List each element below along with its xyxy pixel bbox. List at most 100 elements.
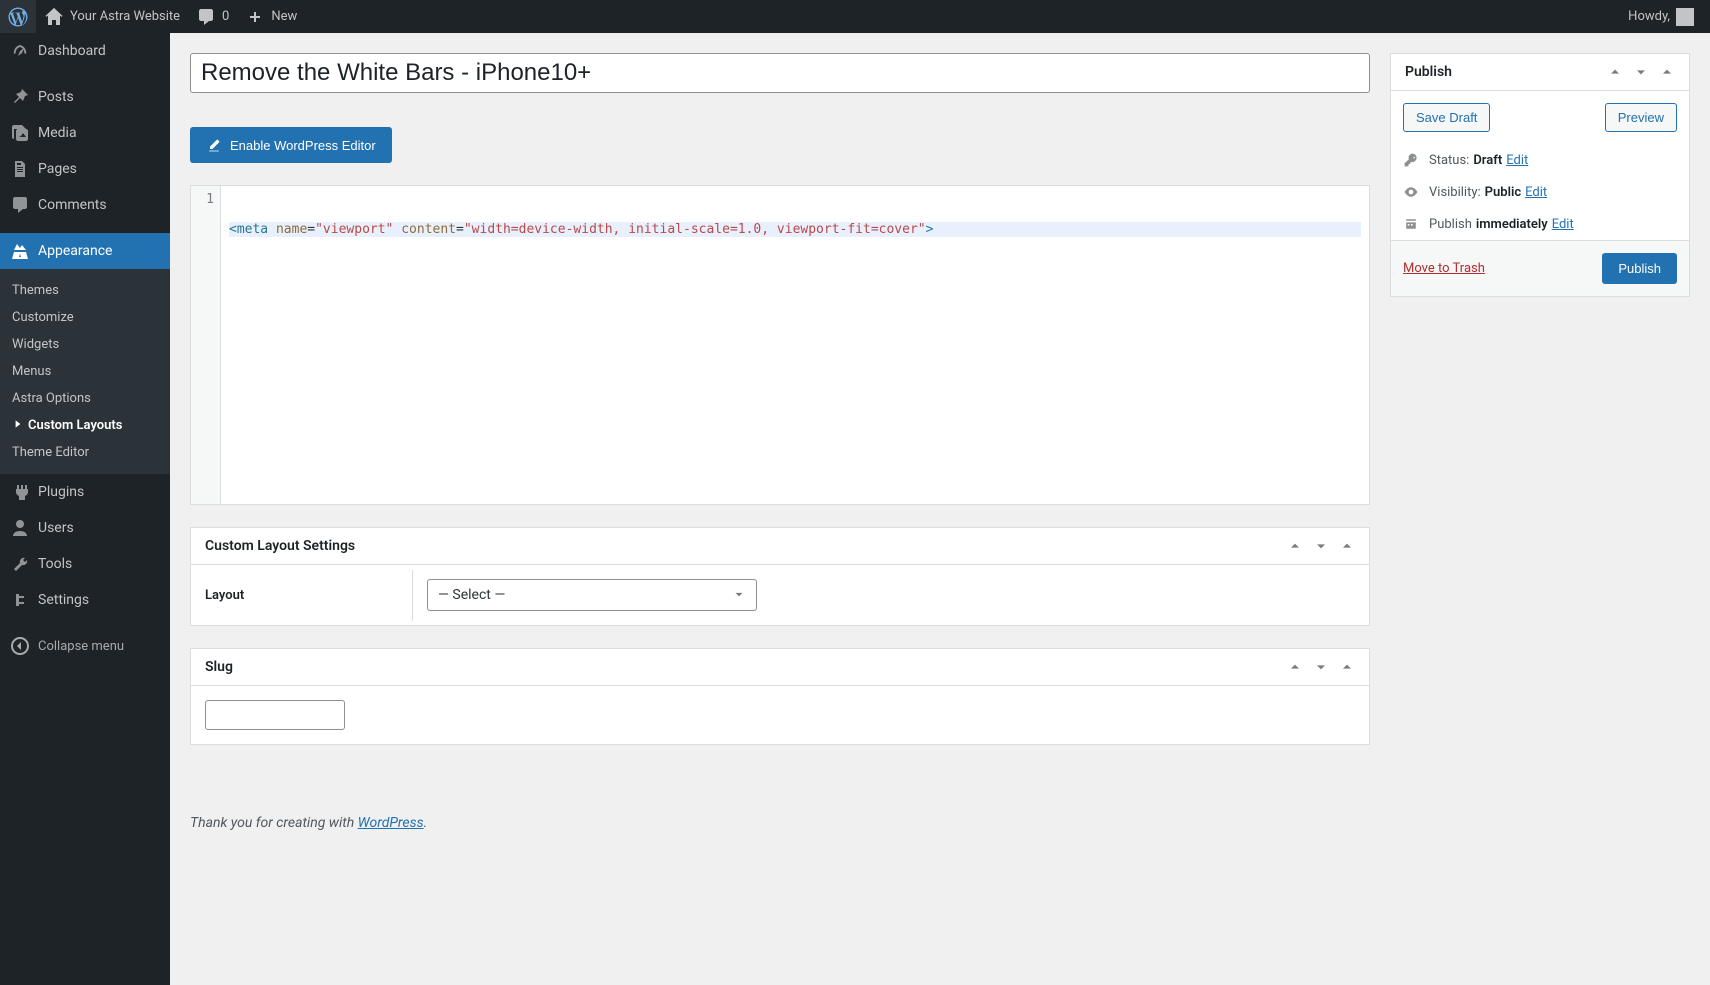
settings-icon <box>10 590 30 610</box>
admin-sidebar: Dashboard Posts Media Pages Comments App… <box>0 33 170 985</box>
sidebar-label: Appearance <box>38 243 112 259</box>
move-up-icon[interactable] <box>1607 64 1623 80</box>
toolbar-comments-count: 0 <box>222 9 229 24</box>
slug-input[interactable] <box>205 700 345 730</box>
toolbar-account[interactable]: Howdy, <box>1620 0 1702 33</box>
layout-select[interactable]: — Select — <box>427 579 757 611</box>
custom-layout-settings-box: Custom Layout Settings Layout — Select — <box>190 527 1370 626</box>
publish-label: Publish <box>1429 217 1472 232</box>
sub-item-theme-editor[interactable]: Theme Editor <box>0 439 170 466</box>
layout-selected-value: — Select — <box>438 587 505 603</box>
footer-wordpress-link[interactable]: WordPress <box>358 815 424 831</box>
box-heading: Custom Layout Settings <box>205 538 355 554</box>
footer-suffix: . <box>424 815 428 831</box>
code-content[interactable]: <meta name="viewport" content="width=dev… <box>221 186 1369 504</box>
admin-toolbar: Your Astra Website 0 New Howdy, <box>0 0 1710 33</box>
sidebar-item-tools[interactable]: Tools <box>0 546 170 582</box>
appearance-submenu: Themes Customize Widgets Menus Astra Opt… <box>0 269 170 474</box>
page-icon <box>10 159 30 179</box>
sub-item-customize[interactable]: Customize <box>0 304 170 331</box>
sub-item-widgets[interactable]: Widgets <box>0 331 170 358</box>
sidebar-item-dashboard[interactable]: Dashboard <box>0 33 170 69</box>
save-draft-button[interactable]: Save Draft <box>1403 103 1490 132</box>
edit-schedule-link[interactable]: Edit <box>1552 217 1574 232</box>
edit-visibility-link[interactable]: Edit <box>1525 185 1547 200</box>
toggle-icon[interactable] <box>1659 64 1675 80</box>
sidebar-item-posts[interactable]: Posts <box>0 79 170 115</box>
media-icon <box>10 123 30 143</box>
sidebar-label: Plugins <box>38 484 84 500</box>
post-title-input[interactable] <box>190 53 1370 93</box>
visibility-row: Visibility: Public Edit <box>1391 176 1689 208</box>
code-gutter: 1 <box>191 186 221 504</box>
box-heading: Slug <box>205 659 233 675</box>
avatar <box>1676 8 1694 26</box>
plugins-icon <box>10 482 30 502</box>
schedule-row: Publish immediately Edit <box>1391 208 1689 240</box>
plus-icon <box>245 7 265 27</box>
enable-wp-editor-button[interactable]: Enable WordPress Editor <box>190 127 392 163</box>
collapse-menu-button[interactable]: Collapse menu <box>0 628 170 664</box>
sub-item-astra-options[interactable]: Astra Options <box>0 385 170 412</box>
collapse-label: Collapse menu <box>38 639 124 654</box>
move-up-icon[interactable] <box>1287 659 1303 675</box>
collapse-icon <box>10 636 30 656</box>
move-down-icon[interactable] <box>1313 659 1329 675</box>
calendar-icon <box>1403 216 1419 232</box>
toggle-icon[interactable] <box>1339 659 1355 675</box>
sidebar-label: Comments <box>38 197 107 213</box>
comment-icon <box>196 7 216 27</box>
toggle-icon[interactable] <box>1339 538 1355 554</box>
sidebar-item-pages[interactable]: Pages <box>0 151 170 187</box>
toolbar-new-label: New <box>271 9 297 24</box>
toolbar-site-name: Your Astra Website <box>70 9 180 24</box>
sidebar-item-plugins[interactable]: Plugins <box>0 474 170 510</box>
code-editor[interactable]: 1 <meta name="viewport" content="width=d… <box>190 185 1370 505</box>
sidebar-label: Settings <box>38 592 89 608</box>
dashboard-icon <box>10 41 30 61</box>
sub-item-label: Custom Layouts <box>28 418 122 433</box>
preview-button[interactable]: Preview <box>1605 103 1677 132</box>
sidebar-item-settings[interactable]: Settings <box>0 582 170 618</box>
arrow-icon <box>12 418 24 430</box>
sub-item-themes[interactable]: Themes <box>0 277 170 304</box>
content-area: Enable WordPress Editor 1 <meta name="vi… <box>170 33 1710 985</box>
toolbar-comments[interactable]: 0 <box>188 0 237 33</box>
edit-status-link[interactable]: Edit <box>1506 153 1528 168</box>
home-icon <box>44 7 64 27</box>
users-icon <box>10 518 30 538</box>
sidebar-item-users[interactable]: Users <box>0 510 170 546</box>
layout-label: Layout <box>191 570 413 621</box>
tools-icon <box>10 554 30 574</box>
status-value: Draft <box>1473 153 1502 168</box>
sidebar-label: Users <box>38 520 74 536</box>
layout-row: Layout — Select — <box>191 565 1369 625</box>
status-row: Status: Draft Edit <box>1391 144 1689 176</box>
move-up-icon[interactable] <box>1287 538 1303 554</box>
move-down-icon[interactable] <box>1633 64 1649 80</box>
sidebar-item-appearance[interactable]: Appearance <box>0 233 170 269</box>
footer-prefix: Thank you for creating with <box>190 815 358 831</box>
move-down-icon[interactable] <box>1313 538 1329 554</box>
sub-item-custom-layouts[interactable]: Custom Layouts <box>0 412 170 439</box>
toolbar-new[interactable]: New <box>237 0 305 33</box>
footer-credit: Thank you for creating with WordPress. <box>190 815 1370 851</box>
publish-box: Publish Save Draft Preview Status: Draft… <box>1390 53 1690 297</box>
sidebar-label: Media <box>38 125 77 141</box>
comments-icon <box>10 195 30 215</box>
sub-item-menus[interactable]: Menus <box>0 358 170 385</box>
sidebar-item-media[interactable]: Media <box>0 115 170 151</box>
status-label: Status: <box>1429 153 1469 168</box>
toolbar-site-link[interactable]: Your Astra Website <box>36 0 188 33</box>
sidebar-item-comments[interactable]: Comments <box>0 187 170 223</box>
publish-button[interactable]: Publish <box>1602 253 1677 284</box>
visibility-value: Public <box>1485 185 1521 200</box>
pencil-icon <box>206 137 222 153</box>
appearance-icon <box>10 241 30 261</box>
toolbar-howdy: Howdy, <box>1628 9 1670 24</box>
move-to-trash-link[interactable]: Move to Trash <box>1403 261 1485 276</box>
slug-box: Slug <box>190 648 1370 745</box>
wp-logo-icon[interactable] <box>0 0 36 33</box>
sidebar-label: Pages <box>38 161 77 177</box>
publish-value: immediately <box>1476 217 1548 232</box>
